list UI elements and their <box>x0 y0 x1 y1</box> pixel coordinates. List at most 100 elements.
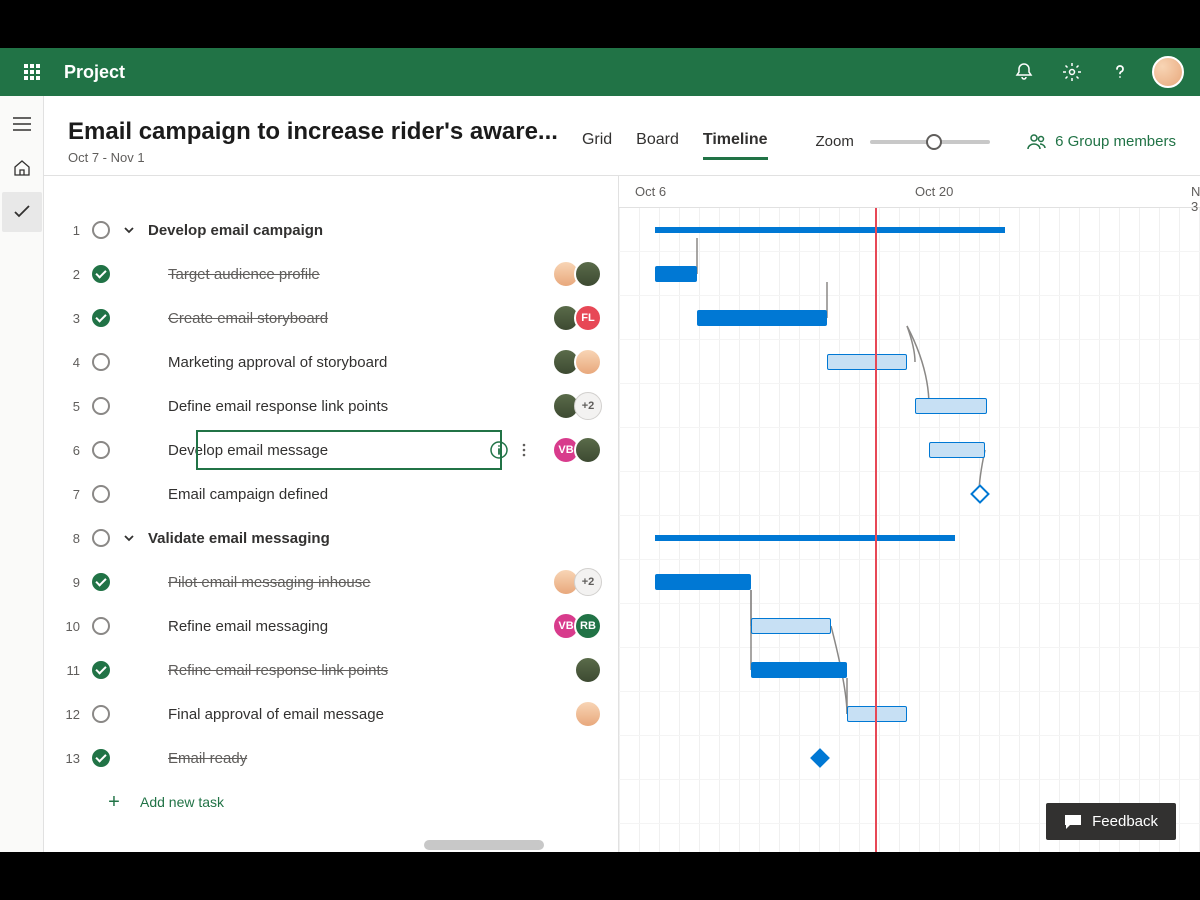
task-complete-toggle[interactable] <box>92 441 110 459</box>
task-name[interactable]: Define email response link points <box>168 398 540 415</box>
nav-home-button[interactable] <box>2 148 42 188</box>
task-row[interactable]: 2Target audience profile <box>44 252 618 296</box>
task-row[interactable]: 3Create email storyboardFL <box>44 296 618 340</box>
task-name[interactable]: Pilot email messaging inhouse <box>168 574 540 591</box>
task-complete-toggle[interactable] <box>92 485 110 503</box>
task-number: 12 <box>56 707 80 722</box>
nav-tasks-button[interactable] <box>2 192 42 232</box>
task-name[interactable]: Final approval of email message <box>168 706 562 723</box>
task-row[interactable]: 8 Validate email messaging <box>44 516 618 560</box>
assignee-avatar[interactable] <box>574 700 602 728</box>
tab-board[interactable]: Board <box>636 123 679 160</box>
gantt-bar[interactable] <box>697 310 827 326</box>
app-launcher-button[interactable] <box>8 48 56 96</box>
task-complete-toggle[interactable] <box>92 661 110 679</box>
gantt-bar[interactable] <box>751 662 847 678</box>
task-complete-toggle[interactable] <box>92 529 110 547</box>
task-row[interactable]: 11Refine email response link points <box>44 648 618 692</box>
assignee-avatar[interactable]: RB <box>574 612 602 640</box>
assignee-overflow[interactable]: +2 <box>574 392 602 420</box>
tab-timeline[interactable]: Timeline <box>703 123 768 160</box>
task-row[interactable]: 5Define email response link points+2 <box>44 384 618 428</box>
notifications-button[interactable] <box>1000 48 1048 96</box>
task-number: 8 <box>56 531 80 546</box>
task-name[interactable]: Marketing approval of storyboard <box>168 354 540 371</box>
task-assignees[interactable] <box>574 700 602 728</box>
zoom-slider[interactable] <box>870 140 990 144</box>
gantt-bar[interactable] <box>847 706 907 722</box>
gantt-bar[interactable] <box>655 574 751 590</box>
assignee-overflow[interactable]: +2 <box>574 568 602 596</box>
task-name[interactable]: Refine email messaging <box>168 618 540 635</box>
task-name[interactable]: Email ready <box>168 750 618 767</box>
add-task-button[interactable]: +Add new task <box>44 780 618 824</box>
task-assignees[interactable] <box>574 656 602 684</box>
assignee-avatar[interactable]: FL <box>574 304 602 332</box>
task-row[interactable]: 13Email ready <box>44 736 618 780</box>
nav-menu-button[interactable] <box>2 104 42 144</box>
gantt-bar[interactable] <box>915 398 987 414</box>
task-complete-toggle[interactable] <box>92 573 110 591</box>
chevron-down-icon <box>124 225 134 235</box>
task-row[interactable]: 1Develop email campaign <box>44 208 618 252</box>
assignee-avatar[interactable] <box>574 260 602 288</box>
task-row[interactable]: 9 Pilot email messaging inhouse +2 <box>44 560 618 604</box>
task-assignees[interactable]: +2 <box>552 392 602 420</box>
task-complete-toggle[interactable] <box>92 705 110 723</box>
task-complete-toggle[interactable] <box>92 617 110 635</box>
task-expand-chevron[interactable] <box>122 533 136 543</box>
task-assignees[interactable]: VBRB <box>552 612 602 640</box>
task-row[interactable]: 12 Final approval of email message <box>44 692 618 736</box>
gantt-bar[interactable] <box>827 354 907 370</box>
task-assignees[interactable]: VB <box>552 436 602 464</box>
task-complete-toggle[interactable] <box>92 353 110 371</box>
assignee-avatar[interactable] <box>574 656 602 684</box>
help-button[interactable] <box>1096 48 1144 96</box>
info-icon[interactable] <box>490 441 508 459</box>
task-assignees[interactable] <box>552 260 602 288</box>
assignee-avatar[interactable] <box>574 348 602 376</box>
task-row[interactable]: 4Marketing approval of storyboard <box>44 340 618 384</box>
task-name[interactable]: Develop email campaign <box>148 222 618 239</box>
gantt-bar[interactable] <box>929 442 985 458</box>
task-name[interactable]: Create email storyboard <box>168 310 540 327</box>
gantt-bar[interactable] <box>751 618 831 634</box>
user-avatar[interactable] <box>1152 56 1184 88</box>
tab-grid[interactable]: Grid <box>582 123 612 160</box>
help-icon <box>1110 62 1130 82</box>
task-name[interactable]: Validate email messaging <box>148 530 618 547</box>
zoom-slider-thumb[interactable] <box>926 134 942 150</box>
timescale-tick: Oct 20 <box>915 184 953 199</box>
gantt-bar[interactable] <box>655 535 955 541</box>
project-title[interactable]: Email campaign to increase rider's aware… <box>68 118 558 146</box>
more-icon[interactable] <box>516 442 532 458</box>
feedback-button[interactable]: Feedback <box>1046 803 1176 840</box>
task-expand-chevron[interactable] <box>122 225 136 235</box>
task-name[interactable]: Email campaign defined <box>168 486 618 503</box>
assignee-avatar[interactable] <box>574 436 602 464</box>
task-row[interactable]: 6Develop email messageVB <box>44 428 618 472</box>
task-complete-toggle[interactable] <box>92 749 110 767</box>
group-members-button[interactable]: 6 Group members <box>1027 133 1176 151</box>
task-name[interactable]: Refine email response link points <box>168 662 562 679</box>
gantt-chart[interactable]: Oct 6 Oct 20 Nov 3 <box>619 176 1200 852</box>
horizontal-scrollbar[interactable] <box>424 840 544 850</box>
task-name[interactable]: Target audience profile <box>168 266 540 283</box>
task-complete-toggle[interactable] <box>92 397 110 415</box>
task-complete-toggle[interactable] <box>92 221 110 239</box>
hamburger-icon <box>13 117 31 131</box>
task-complete-toggle[interactable] <box>92 265 110 283</box>
task-assignees[interactable] <box>552 348 602 376</box>
task-assignees[interactable]: FL <box>552 304 602 332</box>
task-assignees[interactable]: +2 <box>552 568 602 596</box>
task-row[interactable]: 7Email campaign defined <box>44 472 618 516</box>
gantt-bar[interactable] <box>655 266 697 282</box>
gantt-bar[interactable] <box>655 227 1005 233</box>
task-row[interactable]: 10Refine email messagingVBRB <box>44 604 618 648</box>
task-name[interactable]: Develop email message <box>168 442 478 459</box>
task-complete-toggle[interactable] <box>92 309 110 327</box>
task-number: 9 <box>56 575 80 590</box>
today-marker <box>875 208 877 852</box>
settings-button[interactable] <box>1048 48 1096 96</box>
chat-icon <box>1064 814 1082 830</box>
